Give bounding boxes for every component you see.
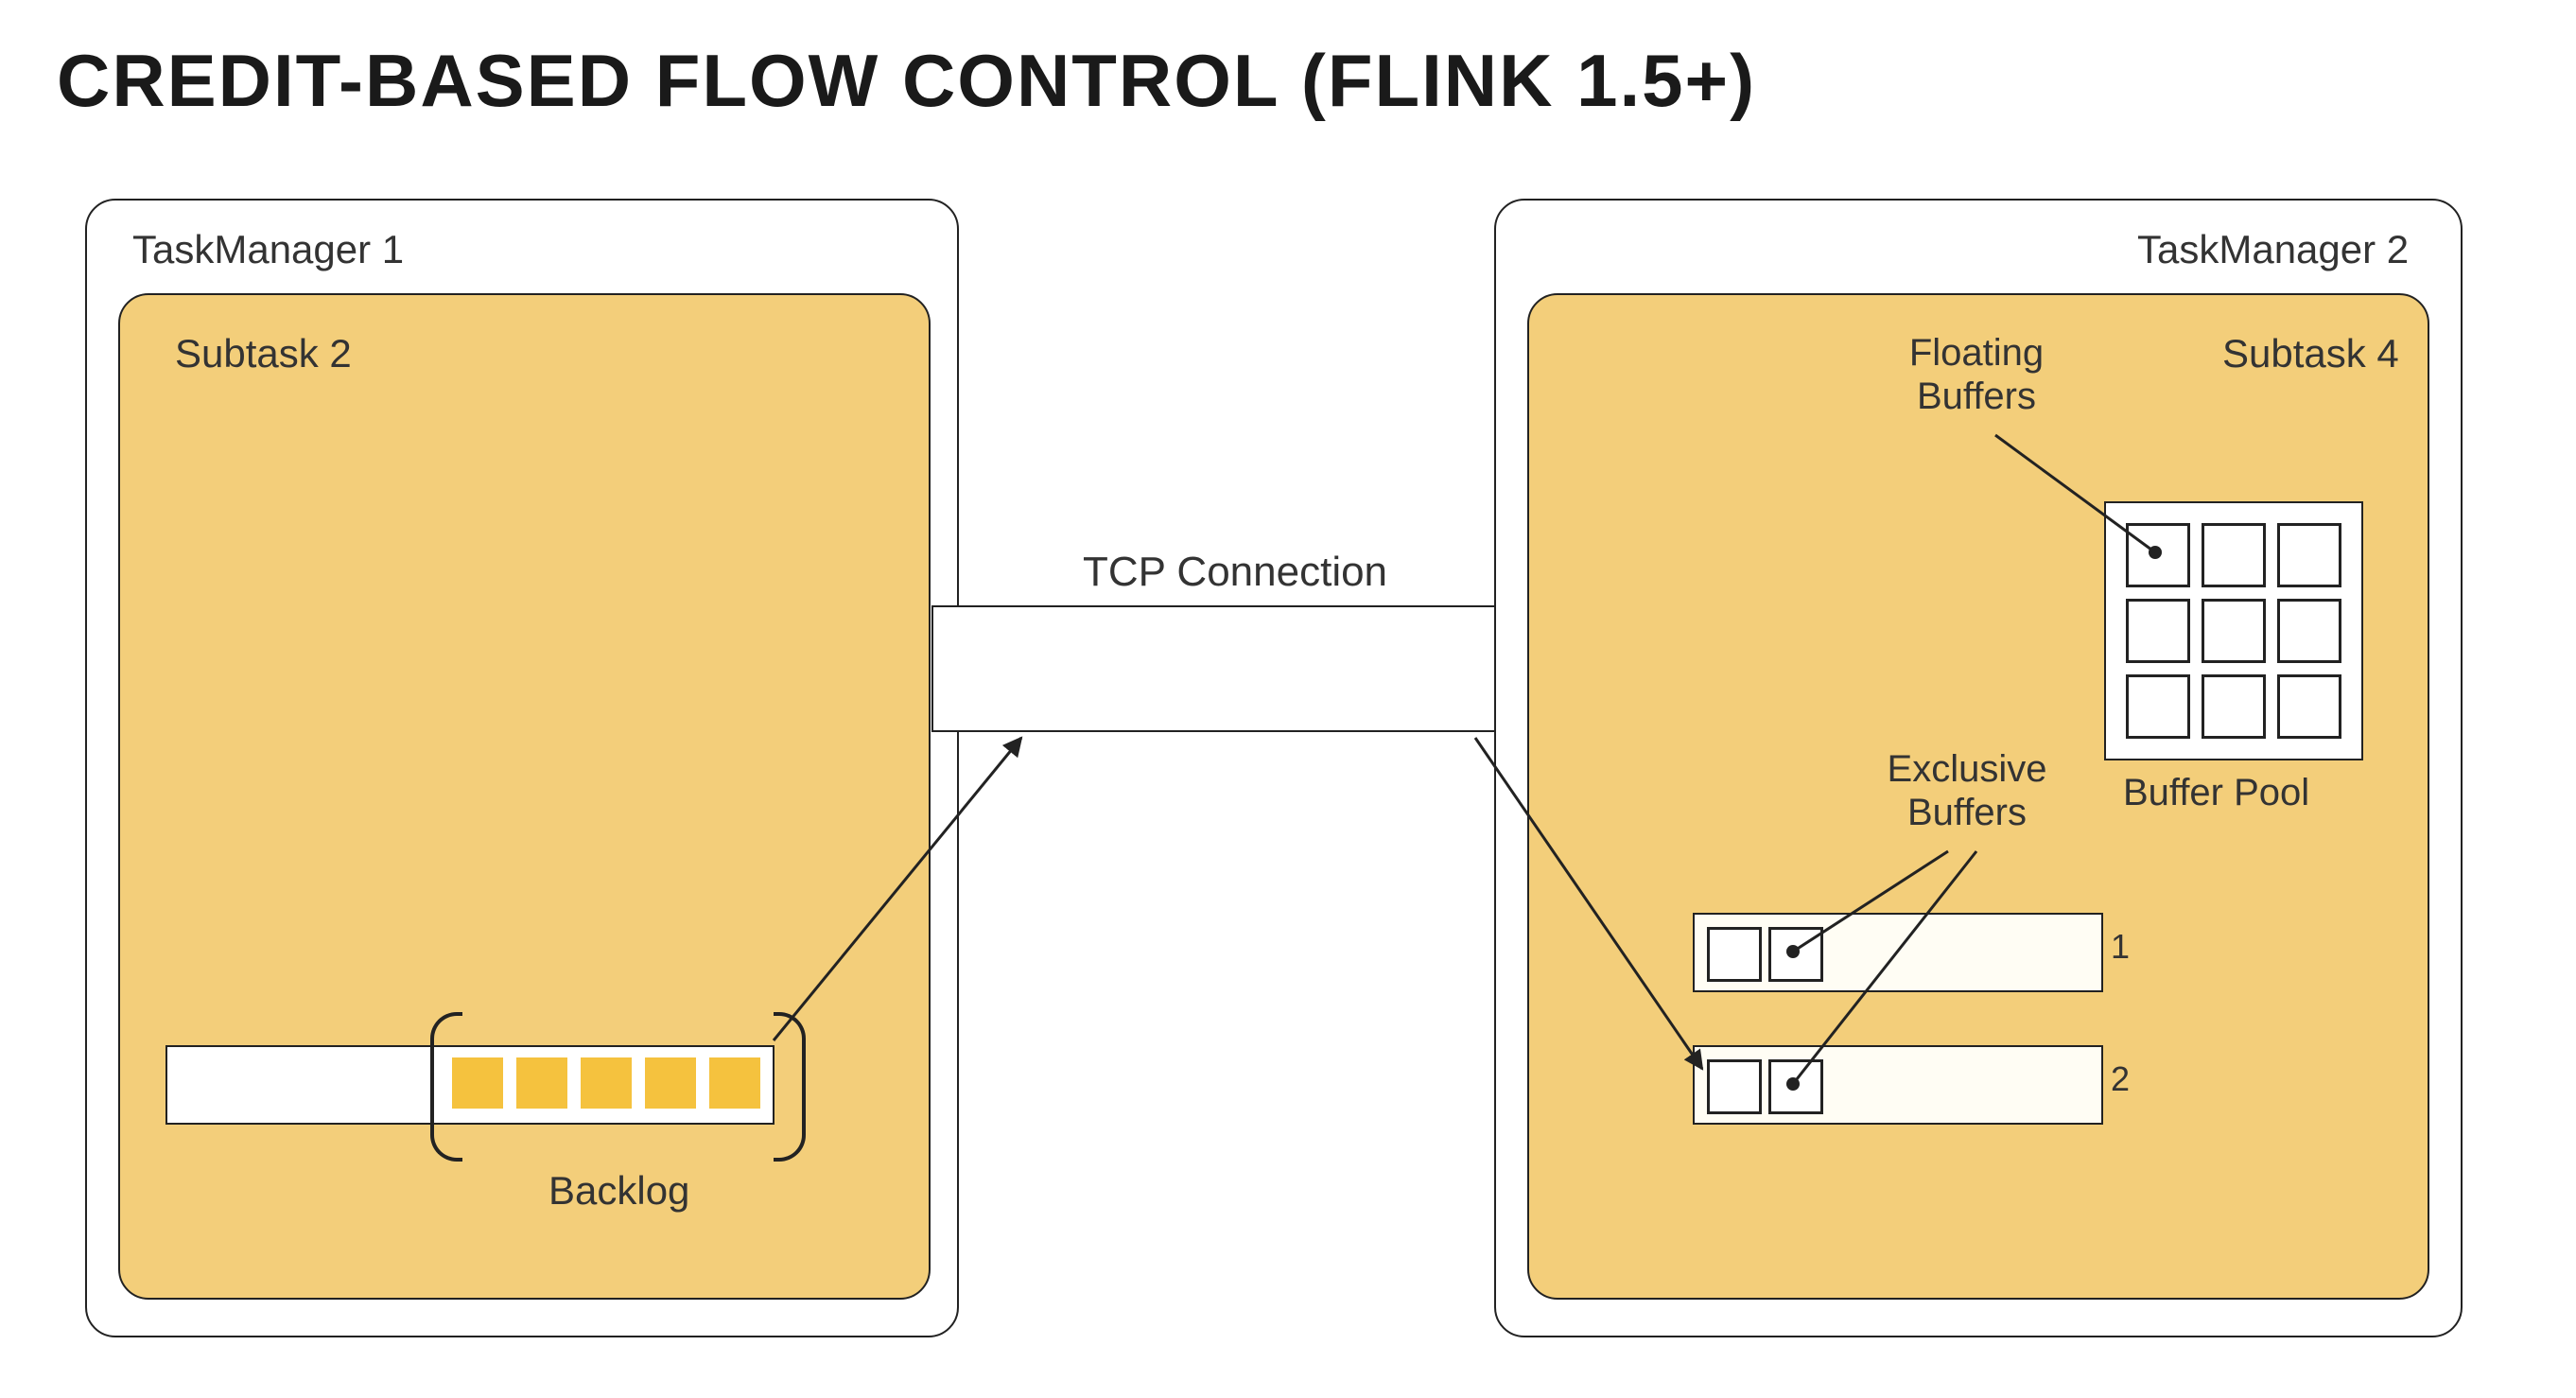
exclusive-buffer-cell: [1707, 927, 1762, 982]
buffer-pool-cell: [2202, 599, 2266, 663]
floating-buffers-label: Floating Buffers: [1891, 331, 2062, 418]
tcp-connection-box: [931, 605, 1522, 732]
backlog-label: Backlog: [548, 1168, 689, 1214]
exclusive-buffer-cell: [1768, 1059, 1823, 1114]
backlog-buffer: [516, 1057, 567, 1109]
backlog-buffer: [645, 1057, 696, 1109]
buffer-pool-label: Buffer Pool: [2123, 771, 2309, 814]
taskmanager-2-label: TaskManager 2: [2137, 227, 2409, 272]
buffer-pool-cell: [2126, 599, 2190, 663]
buffer-pool-cell: [2202, 523, 2266, 587]
channel-1-number: 1: [2111, 927, 2130, 967]
backlog-buffer: [581, 1057, 632, 1109]
buffer-pool-cell: [2126, 523, 2190, 587]
subtask-4-label: Subtask 4: [2222, 331, 2399, 376]
exclusive-buffer-cell: [1768, 927, 1823, 982]
subtask-2-label: Subtask 2: [175, 331, 352, 376]
page-title: CREDIT-BASED FLOW CONTROL (FLINK 1.5+): [57, 38, 1756, 124]
buffer-pool-cell: [2202, 674, 2266, 739]
subtask-2-box: [118, 293, 931, 1300]
backlog-bracket-right: [774, 1012, 806, 1162]
tcp-connection-label: TCP Connection: [1083, 549, 1387, 596]
diagram-stage: CREDIT-BASED FLOW CONTROL (FLINK 1.5+) T…: [0, 0, 2576, 1398]
taskmanager-1-label: TaskManager 1: [132, 227, 404, 272]
backlog-buffer: [709, 1057, 760, 1109]
buffer-pool-cell: [2277, 523, 2341, 587]
exclusive-buffer-cell: [1707, 1059, 1762, 1114]
buffer-pool-cell: [2277, 599, 2341, 663]
buffer-pool-cell: [2126, 674, 2190, 739]
backlog-bracket-left: [430, 1012, 462, 1162]
exclusive-buffers-label: Exclusive Buffers: [1872, 747, 2062, 834]
channel-2-number: 2: [2111, 1059, 2130, 1099]
buffer-pool-cell: [2277, 674, 2341, 739]
